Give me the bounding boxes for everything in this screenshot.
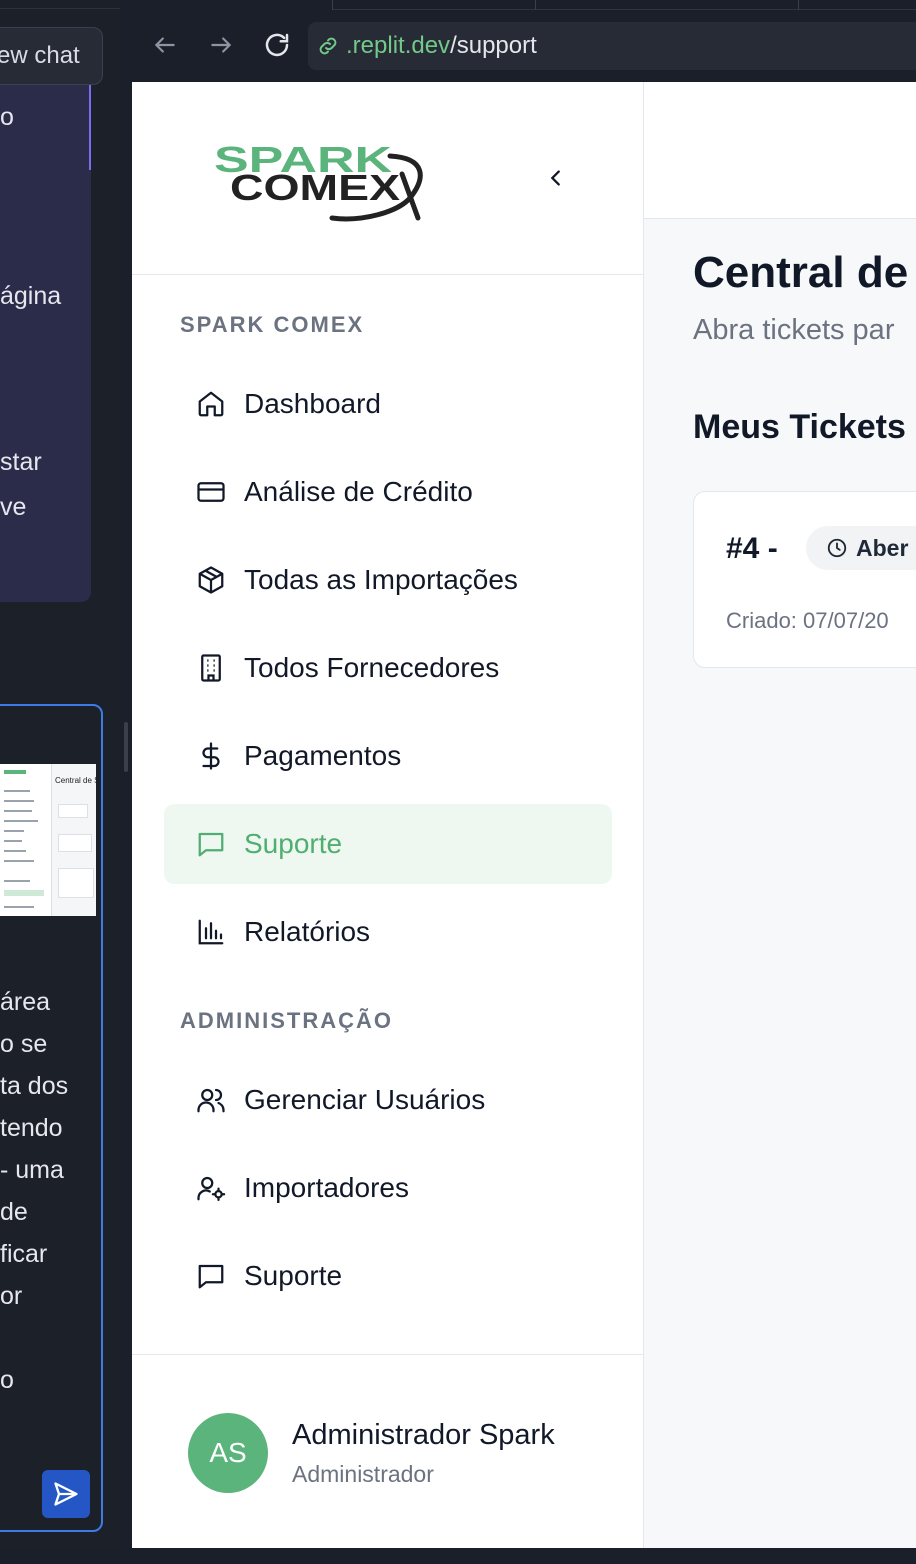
status-badge: Aber (806, 526, 916, 570)
url-text: .replit.dev/support (346, 32, 537, 60)
url-host: .replit.dev (346, 32, 451, 59)
sidebar-item-label: Dashboard (244, 388, 381, 419)
chat-message: o ágina star ve (0, 85, 91, 602)
arrow-left-icon (154, 37, 175, 53)
sidebar-item-admin-suporte[interactable]: Suporte (164, 1236, 612, 1316)
input-line: ta dos (0, 1072, 69, 1100)
sidebar-item-label: Suporte (244, 1260, 343, 1291)
sidebar-item-gerenciar-usuarios[interactable]: Gerenciar Usuários (164, 1060, 612, 1140)
sidebar: SPARK COMEX SPARK COMEX Dashboard Anális… (132, 82, 644, 1548)
url-bar[interactable]: .replit.dev/support (308, 22, 916, 70)
input-line: o (0, 1366, 14, 1394)
input-line: o se (0, 1030, 48, 1058)
sidebar-item-label: Importadores (244, 1172, 409, 1203)
building-icon (201, 654, 221, 682)
send-icon (54, 1482, 78, 1506)
divider (0, 8, 120, 9)
user-profile[interactable]: AS Administrador Spark Administrador (132, 1354, 644, 1548)
sidebar-item-label: Relatórios (244, 916, 371, 947)
my-tickets-heading: Meus Tickets (693, 408, 906, 446)
ticket-created-date: Criado: 07/07/20 (726, 608, 889, 633)
reload-icon (265, 33, 289, 57)
message-line: o (0, 103, 14, 131)
thumbnail-sidebar (0, 764, 52, 916)
message-accent (89, 85, 91, 170)
screenshot-thumbnail[interactable]: Central de S (0, 764, 96, 916)
users-icon (197, 1088, 225, 1113)
credit-card-icon (197, 482, 225, 502)
chat-input-area[interactable]: Central de S área o se ta dos tendo - um… (0, 704, 103, 1532)
back-button[interactable] (148, 28, 182, 62)
sidebar-item-importacoes[interactable]: Todas as Importações (164, 540, 612, 620)
sidebar-item-fornecedores[interactable]: Todos Fornecedores (164, 628, 612, 708)
forward-button[interactable] (204, 28, 238, 62)
arrow-right-icon (211, 37, 232, 53)
dollar-icon (202, 742, 220, 770)
message-icon (198, 1264, 224, 1289)
message-icon (198, 832, 224, 857)
sidebar-item-importadores[interactable]: Importadores (164, 1148, 612, 1228)
input-line: or (0, 1282, 23, 1310)
user-cog-icon (197, 1176, 226, 1201)
input-line: - uma (0, 1156, 64, 1184)
status-text: Aber (856, 534, 909, 561)
collapse-sidebar-button[interactable] (540, 162, 572, 194)
message-line: ágina (0, 282, 62, 310)
ticket-id: #4 - (726, 532, 778, 565)
sidebar-item-label: Todas as Importações (244, 564, 518, 595)
sidebar-item-label: Suporte (244, 828, 343, 859)
browser-toolbar: .replit.dev/support (132, 0, 916, 82)
section-label-spark-comex: SPARK COMEX (180, 312, 365, 337)
spark-comex-logo: SPARK COMEX (214, 139, 423, 222)
avatar: AS (188, 1413, 268, 1493)
sidebar-item-label: Todos Fornecedores (244, 652, 500, 683)
chevron-left-icon (550, 170, 560, 186)
tab-strip (332, 0, 916, 10)
input-line: ficar (0, 1240, 48, 1268)
sidebar-item-dashboard[interactable]: Dashboard (164, 364, 612, 444)
sidebar-item-analise-credito[interactable]: Análise de Crédito (164, 452, 612, 532)
reload-button[interactable] (260, 28, 294, 62)
new-chat-button[interactable]: ew chat (0, 27, 103, 85)
url-path: /support (450, 32, 537, 59)
section-label-administracao: ADMINISTRAÇÃO (180, 1008, 393, 1033)
home-icon (198, 391, 224, 417)
input-line: área (0, 988, 51, 1016)
input-line: de (0, 1198, 28, 1226)
user-role: Administrador (292, 1461, 434, 1487)
send-button[interactable] (42, 1470, 90, 1518)
input-line: tendo (0, 1114, 63, 1142)
logo-area: SPARK COMEX (132, 82, 644, 275)
page-subtitle: Abra tickets par (693, 314, 895, 346)
thumbnail-title: Central de S (55, 776, 96, 785)
link-icon (319, 37, 337, 55)
ticket-card[interactable]: #4 - Aber Criado: 07/07/20 (693, 491, 916, 668)
sidebar-item-label: Gerenciar Usuários (244, 1084, 486, 1115)
clock-icon (827, 538, 847, 558)
app-page: SPARK COMEX SPARK COMEX Dashboard Anális… (132, 82, 916, 1548)
bar-chart-icon (198, 919, 224, 945)
screen: ew chat o ágina star ve Central de S áre… (0, 0, 916, 1564)
main-header (644, 82, 916, 219)
sidebar-item-label: Análise de Crédito (244, 476, 473, 507)
svg-text:COMEX: COMEX (230, 167, 400, 208)
new-chat-label: ew chat (0, 42, 80, 69)
panel-resize-handle[interactable] (124, 722, 128, 772)
package-icon (198, 566, 224, 594)
sidebar-item-label: Pagamentos (244, 740, 402, 771)
message-line: star (0, 448, 42, 476)
sidebar-item-relatorios[interactable]: Relatórios (164, 892, 612, 972)
message-line: ve (0, 493, 27, 521)
user-name: Administrador Spark (292, 1419, 555, 1451)
sidebar-item-suporte[interactable]: Suporte (164, 804, 612, 884)
chat-panel: ew chat o ágina star ve Central de S áre… (0, 0, 120, 1550)
page-title: Central de (693, 248, 909, 297)
sidebar-item-pagamentos[interactable]: Pagamentos (164, 716, 612, 796)
